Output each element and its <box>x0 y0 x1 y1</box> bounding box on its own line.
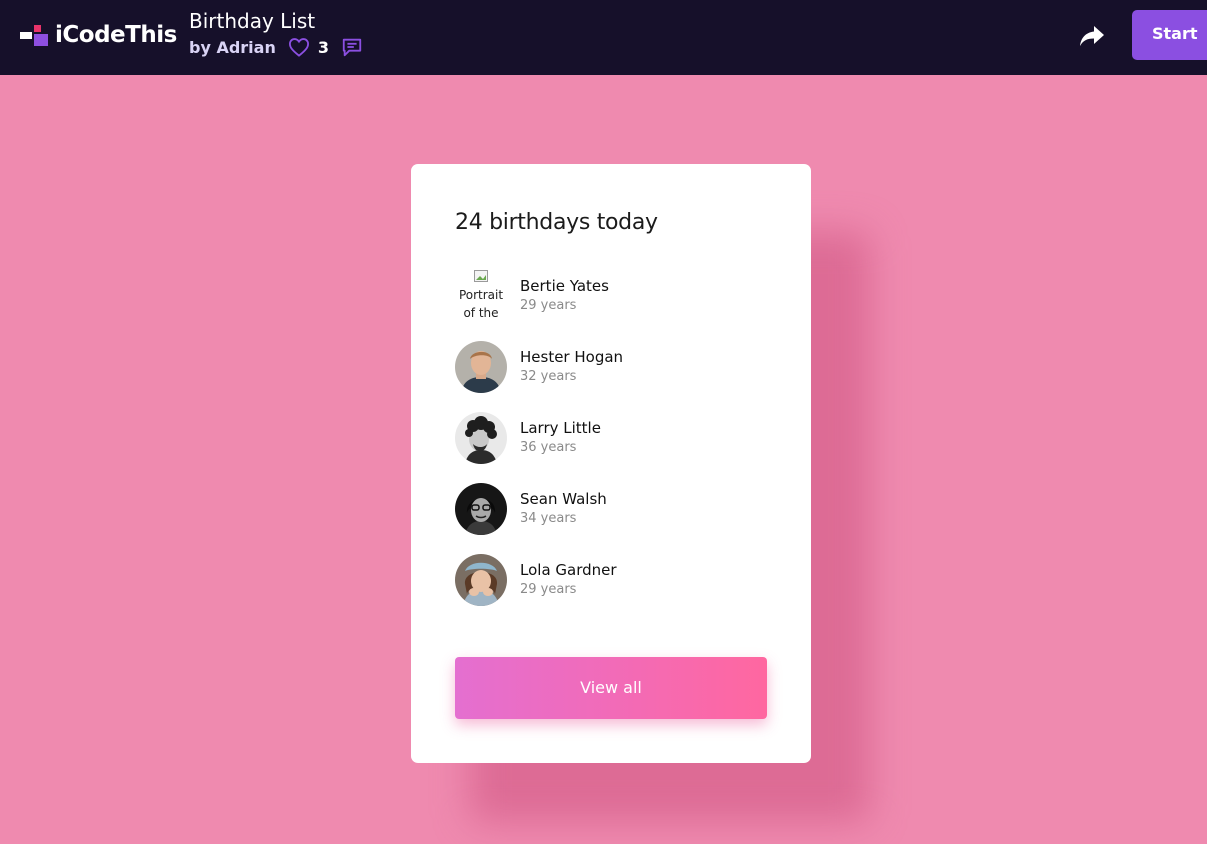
list-item: Hester Hogan 32 years <box>455 341 755 393</box>
avatar <box>455 412 507 464</box>
heart-icon[interactable] <box>288 37 310 57</box>
broken-image-icon <box>474 270 488 282</box>
likes-count: 3 <box>317 37 329 57</box>
person-age: 36 years <box>520 440 577 455</box>
brand-name: iCodeThis <box>55 22 177 48</box>
brand-logo[interactable]: iCodeThis <box>20 20 177 50</box>
list-item: Lola Gardner 29 years <box>455 554 755 606</box>
avatar: Portrait of the <box>455 270 507 322</box>
challenge-info: Birthday List by Adrian 3 <box>189 9 363 58</box>
avatar <box>455 483 507 535</box>
share-icon[interactable] <box>1078 22 1106 50</box>
list-item: Sean Walsh 34 years <box>455 483 755 535</box>
person-age: 29 years <box>520 582 577 597</box>
start-button[interactable]: Start <box>1132 10 1207 60</box>
person-name: Sean Walsh <box>520 490 607 508</box>
avatar <box>455 341 507 393</box>
person-age: 29 years <box>520 298 577 313</box>
avatar <box>455 554 507 606</box>
person-name: Larry Little <box>520 419 601 437</box>
birthday-card: 24 birthdays today Portrait of the Berti… <box>411 164 811 763</box>
comment-icon[interactable] <box>341 36 363 58</box>
list-item: Portrait of the Bertie Yates 29 years <box>455 270 755 322</box>
person-age: 32 years <box>520 369 577 384</box>
person-name: Lola Gardner <box>520 561 617 579</box>
top-bar: iCodeThis Birthday List by Adrian 3 Star… <box>0 0 1207 75</box>
person-name: Bertie Yates <box>520 277 609 295</box>
logo-mark-icon <box>20 22 50 48</box>
view-all-button[interactable]: View all <box>455 657 767 719</box>
list-item: Larry Little 36 years <box>455 412 755 464</box>
person-name: Hester Hogan <box>520 348 624 366</box>
author-link[interactable]: by Adrian <box>189 38 276 57</box>
card-title: 24 birthdays today <box>455 210 658 235</box>
avatar-alt-text: Portrait of the <box>458 288 504 320</box>
page-title: Birthday List <box>189 9 316 33</box>
person-age: 34 years <box>520 511 577 526</box>
meta-row: by Adrian 3 <box>189 36 363 58</box>
